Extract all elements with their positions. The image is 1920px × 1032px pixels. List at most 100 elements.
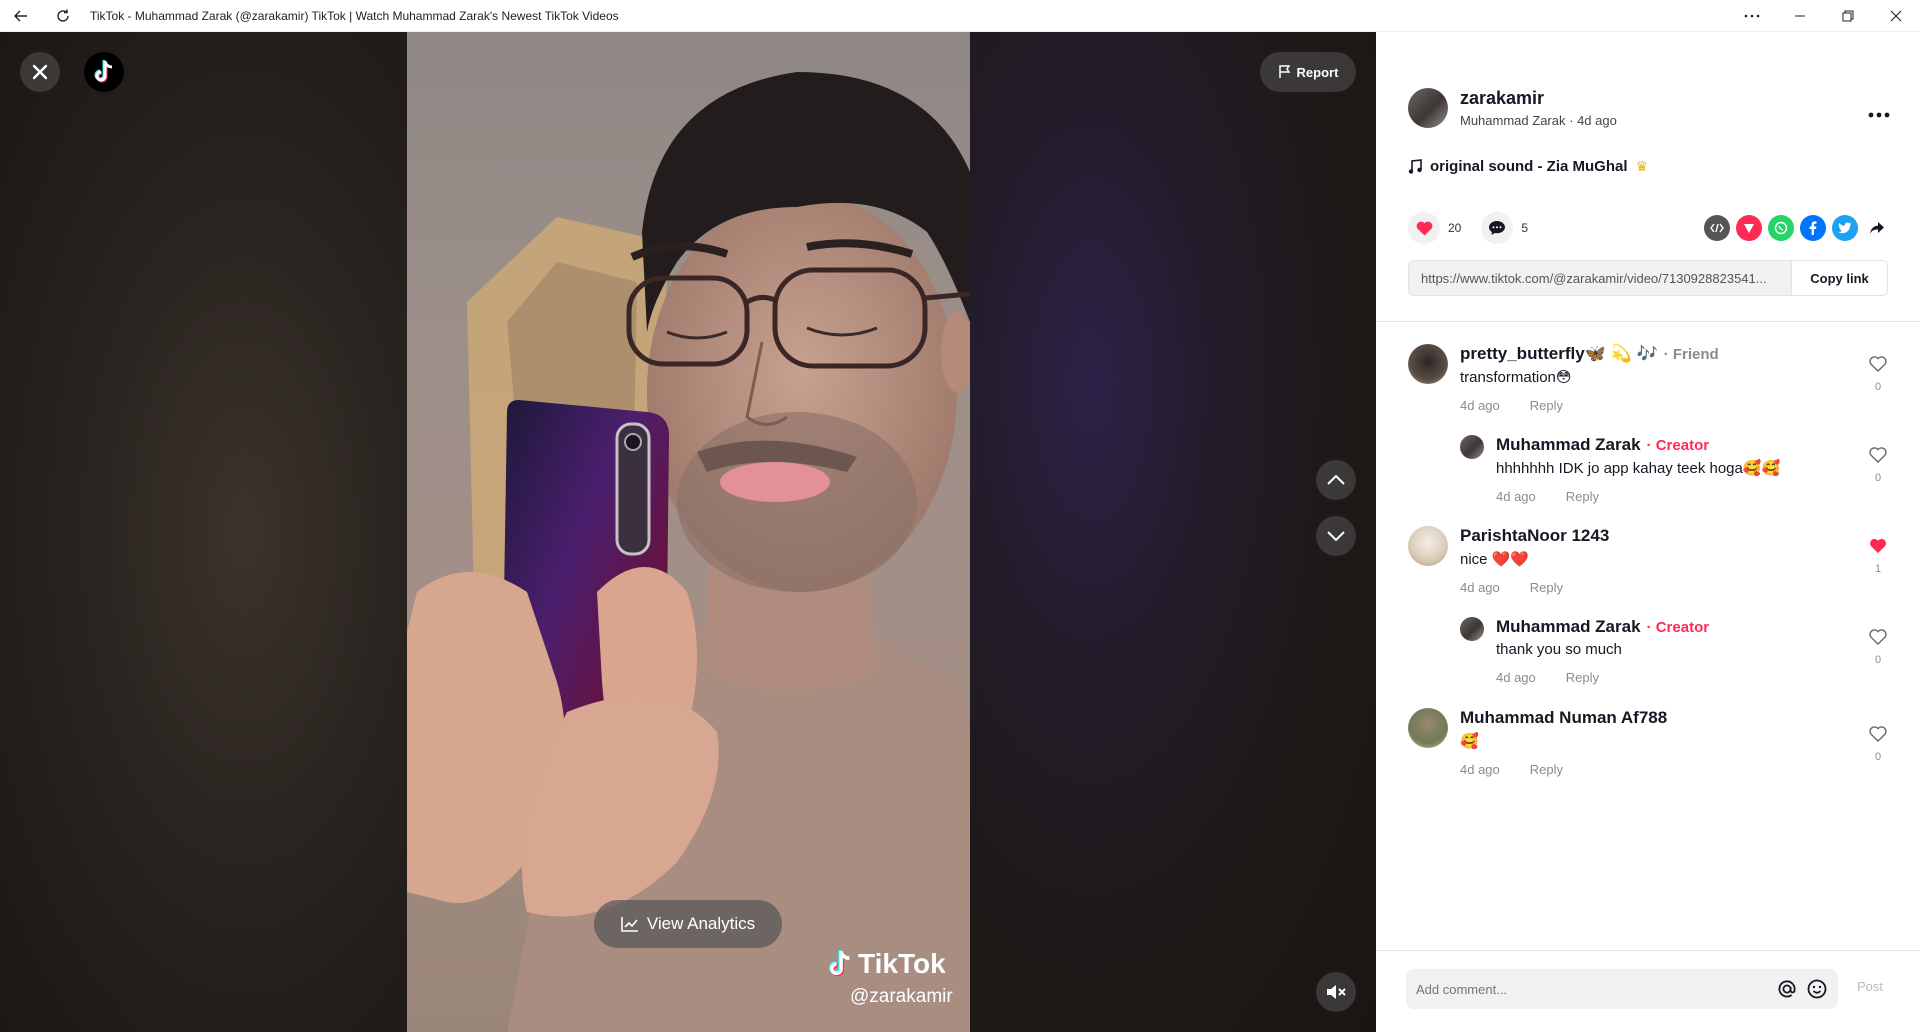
comment-time: 4d ago — [1460, 580, 1500, 595]
avatar[interactable] — [1408, 88, 1448, 128]
sound-title: original sound - Zia MuGhal — [1430, 158, 1628, 175]
creator-badge: · Creator — [1646, 436, 1710, 454]
heart-icon — [1416, 221, 1432, 235]
close-icon — [32, 64, 48, 80]
reply-button[interactable]: Reply — [1530, 762, 1563, 777]
whatsapp-share-button[interactable] — [1768, 215, 1794, 241]
comment-like[interactable]: 0 — [1866, 726, 1890, 763]
chart-line-icon — [621, 917, 638, 932]
title-bar: TikTok - Muhammad Zarak (@zarakamir) Tik… — [0, 0, 1920, 32]
more-share-button[interactable] — [1864, 215, 1890, 241]
avatar[interactable] — [1460, 617, 1484, 641]
reply-button[interactable]: Reply — [1530, 580, 1563, 595]
author-username[interactable]: zarakamir — [1460, 88, 1617, 109]
comment-like-count: 0 — [1874, 751, 1882, 763]
emoji-button[interactable] — [1802, 974, 1832, 1004]
heart-outline-icon — [1869, 447, 1887, 463]
reply-button[interactable]: Reply — [1530, 398, 1563, 413]
video-frame[interactable] — [407, 32, 970, 1032]
previous-video-button[interactable] — [1316, 460, 1356, 500]
refresh-icon — [57, 9, 69, 22]
video-link-url[interactable]: https://www.tiktok.com/@zarakamir/video/… — [1409, 271, 1791, 286]
engagement-stats: 20 5 — [1408, 212, 1548, 244]
avatar[interactable] — [1408, 526, 1448, 566]
report-button[interactable]: Report — [1260, 52, 1356, 92]
settings-more-button[interactable] — [1728, 0, 1776, 32]
heart-filled-icon — [1870, 538, 1886, 553]
author-info[interactable]: zarakamir Muhammad Zarak · 4d ago — [1408, 88, 1617, 128]
watermark-handle: @zarakamir — [850, 986, 953, 1007]
commenter-name[interactable]: Muhammad Zarak — [1496, 435, 1641, 455]
reply-button[interactable]: Reply — [1566, 489, 1599, 504]
twitter-share-button[interactable] — [1832, 215, 1858, 241]
mention-button[interactable] — [1772, 974, 1802, 1004]
avatar[interactable] — [1460, 435, 1484, 459]
next-video-button[interactable] — [1316, 516, 1356, 556]
comment-text: transformation😳 — [1460, 369, 1572, 386]
send-to-friends-button[interactable] — [1736, 215, 1762, 241]
facebook-share-button[interactable] — [1800, 215, 1826, 241]
comment-text: 🥰 — [1460, 733, 1479, 750]
commenter-name[interactable]: Muhammad Zarak — [1496, 617, 1641, 637]
close-video-button[interactable] — [20, 52, 60, 92]
sound-link[interactable]: original sound - Zia MuGhal ♛ — [1408, 158, 1648, 175]
back-button[interactable] — [0, 0, 42, 32]
tiktok-watermark: TikTok @zarakamir — [826, 948, 953, 1008]
friend-badge: · Friend — [1663, 345, 1719, 363]
avatar[interactable] — [1408, 708, 1448, 748]
chevron-down-icon — [1327, 531, 1345, 541]
commenter-name[interactable]: ParishtaNoor 1243 — [1460, 526, 1609, 546]
send-icon — [1744, 224, 1754, 233]
more-horizontal-icon — [1868, 112, 1890, 118]
comment-input[interactable] — [1416, 981, 1772, 997]
share-buttons — [1704, 215, 1890, 241]
refresh-button[interactable] — [42, 0, 84, 32]
watermark-brand: TikTok — [858, 948, 946, 979]
comment-composer: Post — [1376, 950, 1920, 1032]
like-count: 20 — [1448, 221, 1462, 235]
view-analytics-button[interactable]: View Analytics — [594, 900, 782, 948]
comment-time: 4d ago — [1496, 489, 1536, 504]
comment-like[interactable]: 0 — [1866, 447, 1890, 484]
view-analytics-label: View Analytics — [646, 914, 756, 933]
share-arrow-icon — [1870, 222, 1884, 234]
post-comment-button[interactable]: Post — [1857, 979, 1883, 994]
like-button[interactable] — [1408, 212, 1440, 244]
tiktok-logo-button[interactable] — [84, 52, 124, 92]
commenter-name[interactable]: pretty_butterfly🦋 💫 🎶 — [1460, 344, 1658, 364]
code-embed-icon — [1710, 223, 1724, 233]
post-age: 4d ago — [1577, 113, 1617, 128]
comment-input-box[interactable] — [1406, 969, 1838, 1009]
creator-badge: · Creator — [1646, 618, 1710, 636]
commenter-name[interactable]: Muhammad Numan Af788 — [1460, 708, 1667, 728]
tiktok-logo-icon — [94, 60, 113, 83]
comment-like-count: 0 — [1874, 654, 1882, 666]
arrow-left-icon — [14, 10, 27, 21]
comment-time: 4d ago — [1496, 670, 1536, 685]
comment-button[interactable] — [1481, 212, 1514, 244]
copy-link-button[interactable]: Copy link — [1791, 261, 1887, 295]
facebook-icon — [1809, 221, 1817, 235]
restore-button[interactable] — [1824, 0, 1872, 32]
avatar[interactable] — [1408, 344, 1448, 384]
comment-like-count: 1 — [1874, 563, 1882, 575]
divider — [1376, 321, 1920, 322]
minimize-button[interactable] — [1776, 0, 1824, 32]
tiktok-logo-icon — [828, 950, 850, 977]
mute-button[interactable] — [1316, 972, 1356, 1012]
more-horizontal-icon — [1744, 14, 1760, 18]
embed-button[interactable] — [1704, 215, 1730, 241]
video-still-image — [407, 72, 970, 1032]
video-backdrop-left — [0, 32, 407, 1032]
close-window-button[interactable] — [1872, 0, 1920, 32]
video-player[interactable]: Report View Analytics TikTok @zarakamir — [0, 32, 1376, 1032]
comment-like[interactable]: 0 — [1866, 629, 1890, 666]
comment-text: nice ❤️❤️ — [1460, 551, 1530, 568]
comment-time: 4d ago — [1460, 398, 1500, 413]
more-options-button[interactable] — [1868, 98, 1890, 124]
comment-like[interactable]: 1 — [1866, 538, 1890, 575]
author-display-name: Muhammad Zarak — [1460, 113, 1566, 128]
comment-like[interactable]: 0 — [1866, 356, 1890, 393]
reply-button[interactable]: Reply — [1566, 670, 1599, 685]
comment-bubble-icon — [1489, 221, 1506, 235]
